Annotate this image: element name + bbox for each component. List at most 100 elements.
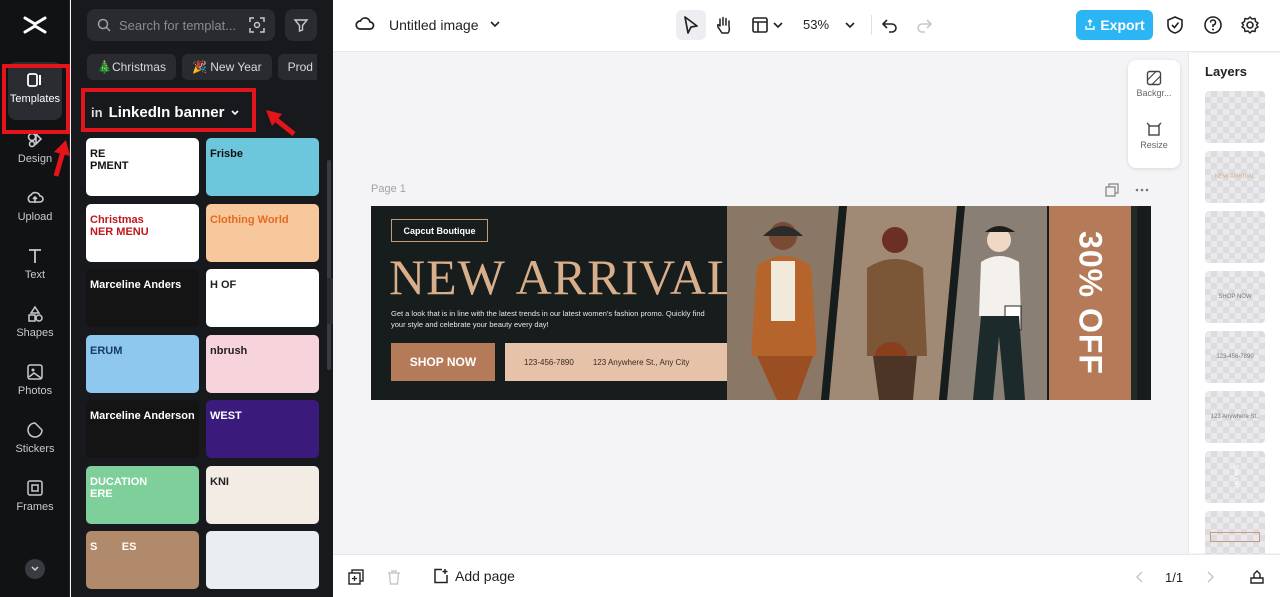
rail-item-photos[interactable]: Photos xyxy=(0,352,70,408)
template-thumbnail-text: Clothing World xyxy=(210,214,289,226)
layer-thumbnail[interactable] xyxy=(1205,211,1265,263)
redo-icon[interactable] xyxy=(915,16,933,34)
add-page-icon xyxy=(434,568,448,584)
help-icon[interactable] xyxy=(1203,15,1223,35)
chevron-down-icon[interactable] xyxy=(772,19,784,31)
top-bar: Untitled image 53% Export xyxy=(333,0,1280,52)
more-options-icon[interactable] xyxy=(1135,183,1149,197)
layers-title: Layers xyxy=(1205,64,1247,79)
template-thumbnail[interactable] xyxy=(206,531,319,589)
text-icon xyxy=(29,249,41,263)
chip-christmas[interactable]: 🎄Christmas xyxy=(87,54,176,80)
panel-scrollbar[interactable] xyxy=(327,160,331,370)
background-tool[interactable]: Backgr... xyxy=(1128,70,1180,98)
template-thumbnail[interactable]: WEST xyxy=(206,400,319,458)
template-thumbnail[interactable]: DUCATION ERE xyxy=(86,466,199,524)
layout-icon[interactable] xyxy=(751,16,769,34)
template-thumbnail[interactable]: Christmas NER MENU xyxy=(86,204,199,262)
chevron-left-icon[interactable] xyxy=(1133,569,1147,585)
rail-item-label: Frames xyxy=(16,501,54,513)
canvas-area[interactable]: Page 1 Capcut Boutique NEW ARRIVAL Get a… xyxy=(333,53,1188,553)
template-thumbnail[interactable]: H OF xyxy=(206,269,319,327)
frames-icon xyxy=(27,480,43,496)
contact-bar[interactable]: 123-456-7890 123 Anywhere St., Any City xyxy=(505,343,727,381)
hand-icon[interactable] xyxy=(715,15,733,35)
cloud-save-icon[interactable] xyxy=(355,14,375,34)
add-page-button[interactable]: Add page xyxy=(433,568,515,584)
layer-label: SHOP NOW xyxy=(1218,294,1252,300)
chip-new-year[interactable]: 🎉 New Year xyxy=(181,54,272,80)
photos-icon xyxy=(27,364,43,380)
search-box[interactable] xyxy=(87,9,275,41)
add-layer-icon[interactable] xyxy=(348,569,364,585)
more-tools-button[interactable] xyxy=(25,559,45,579)
trash-icon[interactable] xyxy=(386,569,402,585)
undo-icon[interactable] xyxy=(881,16,899,34)
template-thumbnail[interactable]: Clothing World xyxy=(206,204,319,262)
rail-item-label: Photos xyxy=(17,385,53,397)
headline[interactable]: NEW ARRIVAL xyxy=(389,248,738,306)
chevron-right-icon[interactable] xyxy=(1203,569,1217,585)
search-input[interactable] xyxy=(119,17,239,33)
fashion-photos-image[interactable] xyxy=(727,206,1047,400)
stickers-icon xyxy=(27,422,43,438)
layer-thumbnail[interactable]: SHOP NOW xyxy=(1205,271,1265,323)
rail-item-shapes[interactable]: Shapes xyxy=(0,294,70,350)
template-thumbnail[interactable]: S ES xyxy=(86,531,199,589)
description[interactable]: Get a look that is in line with the late… xyxy=(391,308,721,330)
resize-tool-label: Resize xyxy=(1140,140,1168,150)
rail-item-frames[interactable]: Frames xyxy=(0,468,70,524)
template-thumbnail-text: Marceline Anders xyxy=(90,279,182,291)
resize-tool[interactable]: Resize xyxy=(1128,122,1180,150)
background-tool-label: Backgr... xyxy=(1136,88,1172,98)
layer-thumbnail[interactable]: 30% OFF xyxy=(1205,451,1265,503)
cursor-icon[interactable] xyxy=(682,15,700,35)
layer-thumbnail[interactable] xyxy=(1205,91,1265,143)
document-title[interactable]: Untitled image xyxy=(389,17,479,33)
chevron-down-icon[interactable] xyxy=(844,19,856,31)
template-thumbnail[interactable]: RE PMENT xyxy=(86,138,199,196)
address-text: 123 Anywhere St., Any City xyxy=(592,357,690,367)
brand-label[interactable]: Capcut Boutique xyxy=(391,219,488,242)
zoom-level[interactable]: 53% xyxy=(803,17,829,32)
template-thumbnail-text: WEST xyxy=(210,410,242,422)
template-thumbnail-text: Marceline Anderson xyxy=(90,410,195,422)
template-thumbnail[interactable]: Frisbe xyxy=(206,138,319,196)
add-page-label: Add page xyxy=(455,568,515,584)
bottom-bar: Add page 1/1 xyxy=(333,554,1280,597)
chevron-down-icon xyxy=(31,566,39,572)
template-thumbnail[interactable]: ERUM xyxy=(86,335,199,393)
chip-prod[interactable]: Prod xyxy=(277,54,317,80)
template-thumbnail[interactable]: Marceline Anders xyxy=(86,269,199,327)
layer-label: NEW ARRIVAL xyxy=(1214,174,1256,180)
offer-text[interactable]: 30% OFF xyxy=(1072,206,1109,400)
layer-thumbnail[interactable]: NEW ARRIVAL xyxy=(1205,151,1265,203)
shapes-icon xyxy=(28,305,43,322)
shop-now-button[interactable]: SHOP NOW xyxy=(391,343,495,381)
shield-icon[interactable] xyxy=(1166,15,1184,35)
export-icon xyxy=(1085,19,1096,30)
rail-item-stickers[interactable]: Stickers xyxy=(0,410,70,466)
rail-item-label: Upload xyxy=(17,211,53,223)
chevron-down-icon[interactable] xyxy=(488,17,502,31)
image-search-icon[interactable] xyxy=(249,17,265,33)
capcut-logo[interactable] xyxy=(22,12,48,38)
layer-thumbnail[interactable]: 123-456-7890 xyxy=(1205,331,1265,383)
duplicate-page-icon[interactable] xyxy=(1105,183,1119,197)
layers-toggle-icon[interactable] xyxy=(1249,569,1265,585)
export-button[interactable]: Export xyxy=(1076,10,1153,40)
rail-item-upload[interactable]: Upload xyxy=(0,178,70,234)
template-thumbnail-text: Frisbe xyxy=(210,148,244,160)
filter-button[interactable] xyxy=(285,9,317,41)
gear-icon[interactable] xyxy=(1240,15,1260,35)
upload-icon xyxy=(27,191,44,203)
template-thumbnail[interactable]: KNI xyxy=(206,466,319,524)
linkedin-banner-design[interactable]: Capcut Boutique NEW ARRIVAL Get a look t… xyxy=(371,206,1151,400)
layer-label: 123-456-7890 xyxy=(1216,354,1254,360)
highlight-box-category xyxy=(81,88,256,132)
rail-item-text[interactable]: Text xyxy=(0,236,70,292)
layer-thumbnail[interactable]: 123 Anywhere St., xyxy=(1205,391,1265,443)
template-thumbnail[interactable]: nbrush xyxy=(206,335,319,393)
floating-toolbar: Backgr... Resize xyxy=(1128,60,1180,168)
template-thumbnail[interactable]: Marceline Anderson xyxy=(86,400,199,458)
